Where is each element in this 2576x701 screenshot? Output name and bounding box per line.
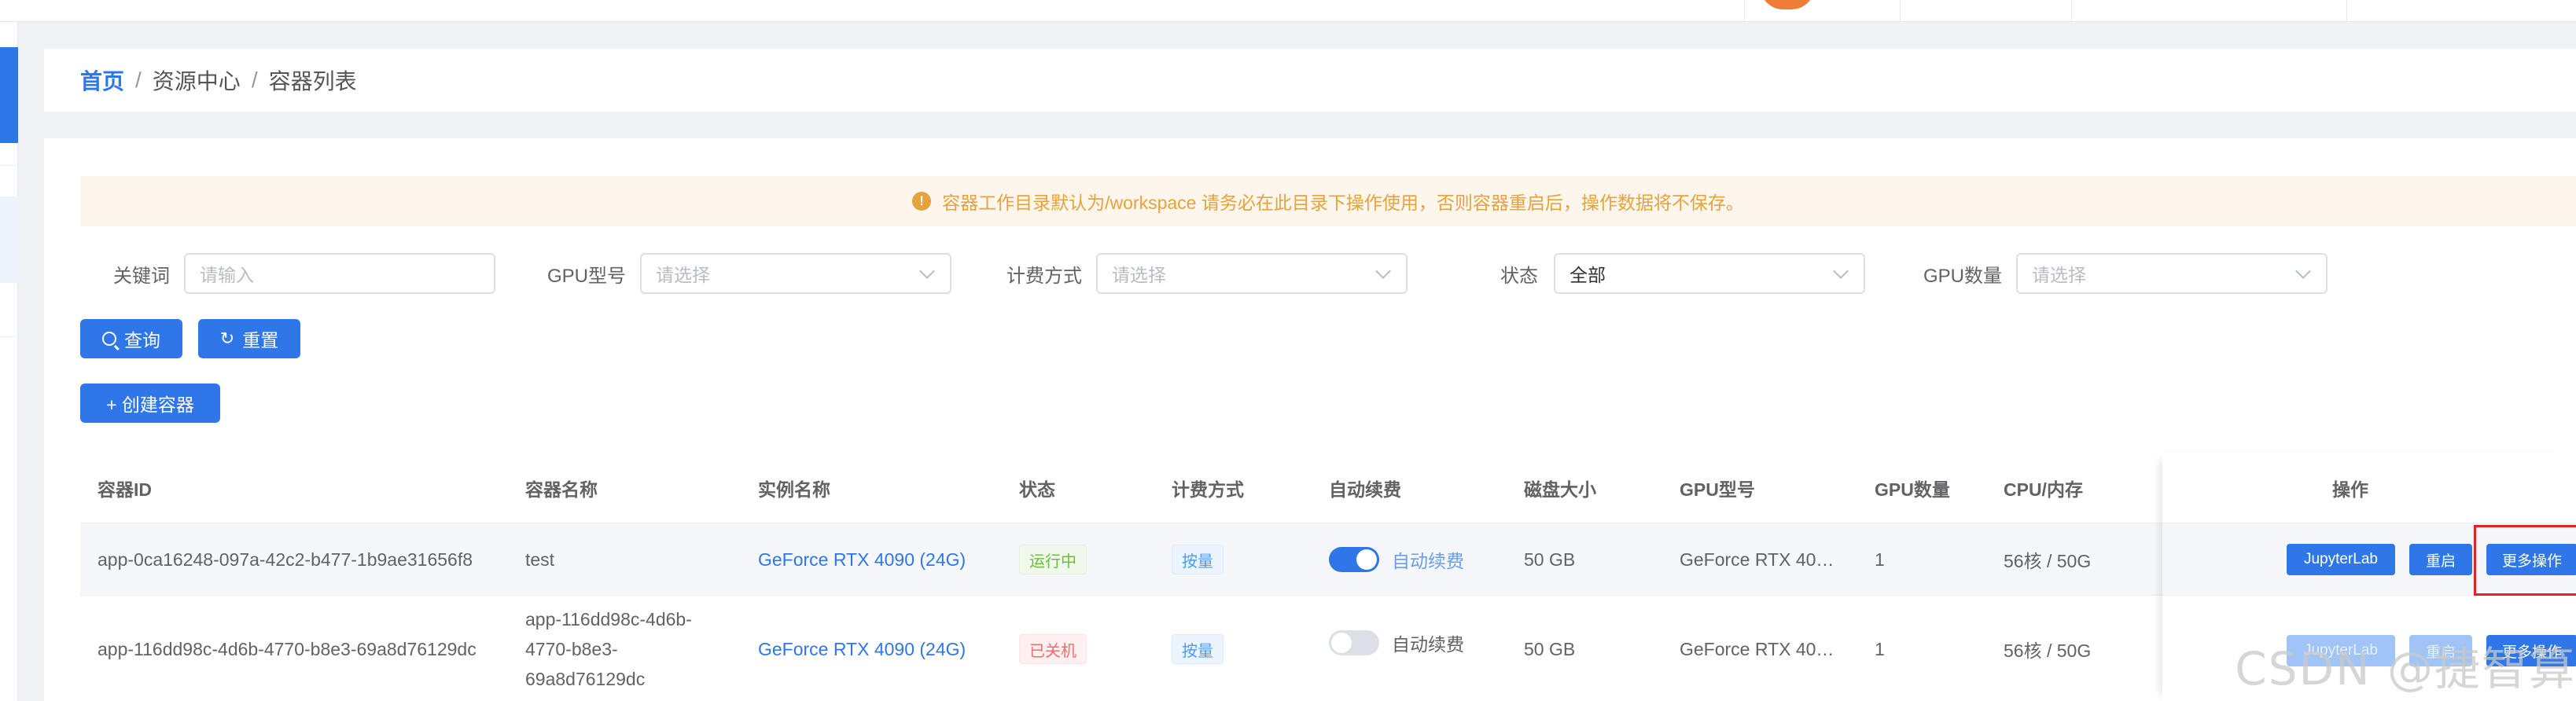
warning-icon: ! [912, 192, 932, 211]
breadcrumb: 首页 / 资源中心 / 容器列表 [44, 49, 2576, 112]
chevron-down-icon [1375, 263, 1391, 279]
container-name-line: app-116dd98c-4d6b- [525, 609, 692, 629]
col-instance-name: 实例名称 [758, 479, 830, 500]
cell-disk: 50 GB [1524, 549, 1576, 570]
cell-container-id: app-116dd98c-4d6b-4770-b8e3-69a8d76129dc [98, 638, 477, 659]
cell-cpu-mem: 56核 / 50G [2004, 640, 2092, 661]
auto-renew-label: 自动续费 [1392, 634, 1464, 655]
auto-renew-toggle[interactable] [1329, 547, 1379, 572]
top-header [0, 0, 2576, 22]
sidebar-divider [0, 165, 18, 166]
sidebar-divider [0, 336, 18, 337]
watermark: CSDN @捷智算 [2235, 642, 2576, 695]
cell-disk: 50 GB [1524, 638, 1576, 659]
cell-gpu-count: 1 [1875, 638, 1885, 659]
header-divider [2346, 0, 2347, 22]
status-value: 全部 [1570, 265, 1606, 285]
notice-text: 容器工作目录默认为/workspace 请务必在此目录下操作使用，否则容器重启后… [942, 193, 1744, 213]
header-divider [1744, 0, 1745, 22]
col-billing: 计费方式 [1172, 479, 1244, 500]
highlight-box [2474, 525, 2576, 596]
billing-placeholder: 请选择 [1112, 265, 1166, 285]
chevron-down-icon [1833, 263, 1849, 279]
header-divider [1900, 0, 1901, 22]
reset-button-label: 重置 [242, 330, 279, 350]
gpu-count-placeholder: 请选择 [2032, 265, 2086, 285]
auto-renew-label: 自动续费 [1392, 551, 1464, 571]
col-cpu-mem: CPU/内存 [2004, 479, 2083, 500]
cell-status: 已关机 [1019, 596, 1087, 701]
col-container-id: 容器ID [98, 479, 152, 500]
cell-gpu-model: GeForce RTX 40… [1680, 549, 1834, 570]
cell-auto-renew: 自动续费 [1329, 523, 1464, 596]
gpu-model-select[interactable]: 请选择 [640, 253, 951, 294]
sidebar-item-active[interactable] [0, 47, 18, 143]
keyword-label: 关键词 [113, 265, 170, 287]
col-status: 状态 [1019, 479, 1055, 500]
container-name-line: 69a8d76129dc [525, 669, 646, 689]
sidebar [0, 22, 18, 701]
cell-container-id: app-0ca16248-097a-42c2-b477-1b9ae31656f8 [98, 549, 473, 570]
sidebar-item-selected[interactable] [0, 196, 18, 283]
gpu-model-placeholder: 请选择 [656, 265, 710, 285]
cell-billing: 按量 [1172, 596, 1224, 701]
search-icon [102, 332, 116, 346]
breadcrumb-separator: / [135, 68, 142, 92]
breadcrumb-home[interactable]: 首页 [80, 64, 124, 96]
cell-billing: 按量 [1172, 523, 1224, 596]
gpu-model-label: GPU型号 [547, 265, 627, 287]
breadcrumb-container-list: 容器列表 [268, 69, 357, 94]
cell-status: 运行中 [1019, 523, 1087, 596]
keyword-input[interactable]: 请输入 [184, 253, 495, 294]
instance-link[interactable]: GeForce RTX 4090 (24G) [758, 596, 966, 701]
avatar[interactable] [1760, 0, 1815, 9]
create-container-button[interactable]: + 创建容器 [80, 384, 220, 423]
gpu-count-select[interactable]: 请选择 [2016, 253, 2328, 294]
billing-badge: 按量 [1172, 545, 1224, 574]
col-container-name: 容器名称 [525, 479, 598, 500]
breadcrumb-separator: / [251, 68, 258, 92]
query-button[interactable]: 查询 [80, 319, 182, 358]
chevron-down-icon [2295, 263, 2311, 279]
col-auto-renew: 自动续费 [1329, 479, 1401, 500]
jupyterlab-button[interactable]: JupyterLab [2287, 544, 2395, 575]
container-name-line: 4770-b8e3- [525, 639, 618, 659]
billing-select[interactable]: 请选择 [1096, 253, 1408, 294]
cell-auto-renew: 自动续费 [1329, 596, 1464, 690]
billing-label: 计费方式 [1006, 265, 1082, 287]
header-divider [2071, 0, 2072, 22]
billing-badge: 按量 [1172, 634, 1224, 664]
gpu-count-label: GPU数量 [1923, 265, 2002, 287]
cell-cpu-mem: 56核 / 50G [2004, 551, 2092, 571]
col-gpu-model: GPU型号 [1680, 479, 1755, 500]
auto-renew-toggle[interactable] [1329, 630, 1379, 655]
cell-container-name: app-116dd98c-4d6b- 4770-b8e3- 69a8d76129… [525, 596, 692, 701]
workspace-notice: ! 容器工作目录默认为/workspace 请务必在此目录下操作使用，否则容器重… [80, 176, 2576, 226]
col-gpu-count: GPU数量 [1875, 479, 1950, 500]
keyword-placeholder: 请输入 [200, 265, 254, 285]
main-panel: ! 容器工作目录默认为/workspace 请务必在此目录下操作使用，否则容器重… [44, 138, 2576, 701]
status-badge: 已关机 [1019, 634, 1087, 664]
chevron-down-icon [919, 263, 935, 279]
toggle-knob [1331, 633, 1352, 653]
container-table: 容器ID 容器名称 实例名称 状态 计费方式 自动续费 磁盘大小 GPU型号 G… [80, 453, 2576, 701]
reset-button[interactable]: ↻ 重置 [198, 319, 300, 358]
toggle-knob [1356, 549, 1377, 570]
refresh-icon: ↻ [219, 328, 235, 348]
create-container-label: + 创建容器 [106, 395, 194, 415]
restart-button[interactable]: 重启 [2409, 544, 2472, 575]
col-disk: 磁盘大小 [1524, 479, 1596, 500]
instance-link[interactable]: GeForce RTX 4090 (24G) [758, 523, 966, 596]
cell-container-name: test [525, 549, 555, 570]
query-button-label: 查询 [124, 330, 160, 350]
status-label: 状态 [1500, 265, 1538, 287]
status-select[interactable]: 全部 [1554, 253, 1865, 294]
cell-gpu-model: GeForce RTX 40… [1680, 638, 1834, 659]
breadcrumb-resource-center[interactable]: 资源中心 [153, 64, 241, 96]
status-badge: 运行中 [1019, 545, 1087, 574]
cell-gpu-count: 1 [1875, 549, 1885, 570]
